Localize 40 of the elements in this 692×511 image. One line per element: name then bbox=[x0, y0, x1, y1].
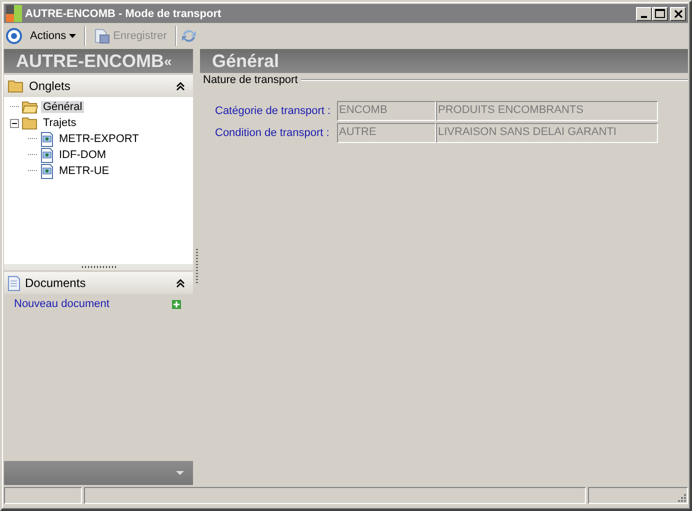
new-document-link[interactable]: Nouveau document bbox=[14, 298, 172, 310]
tree-item[interactable]: METR-EXPORT bbox=[57, 133, 141, 145]
section-title: Documents bbox=[25, 276, 87, 290]
target-icon[interactable] bbox=[6, 28, 22, 44]
section-header[interactable]: Onglets bbox=[4, 75, 193, 97]
tree-item[interactable]: Général bbox=[41, 101, 84, 113]
caret-icon bbox=[176, 471, 184, 475]
resize-grip-icon[interactable] bbox=[676, 492, 686, 502]
minimize-icon bbox=[641, 16, 647, 18]
document-icon bbox=[8, 276, 20, 290]
add-icon[interactable] bbox=[172, 300, 181, 308]
actions-menu-button[interactable]: Actions bbox=[26, 28, 80, 44]
group-title: Nature de transport bbox=[203, 74, 298, 86]
document-icon bbox=[40, 164, 54, 178]
tree-item[interactable]: IDF-DOM bbox=[57, 149, 108, 161]
page-title: Général bbox=[212, 50, 280, 72]
open-folder-icon bbox=[22, 100, 38, 114]
caret-icon bbox=[69, 34, 76, 38]
maximize-button[interactable] bbox=[652, 6, 668, 20]
folder-icon bbox=[22, 116, 38, 130]
document-icon bbox=[40, 148, 54, 162]
document-icon bbox=[40, 132, 54, 146]
field-label: Condition de transport : bbox=[215, 127, 330, 139]
maximize-icon bbox=[655, 9, 665, 18]
collapse-icon[interactable] bbox=[176, 82, 185, 90]
section-title: Onglets bbox=[29, 79, 72, 93]
app-icon bbox=[6, 5, 22, 22]
close-button[interactable] bbox=[670, 6, 686, 20]
window-title: AUTRE-ENCOMB - Mode de transport bbox=[25, 8, 222, 20]
tree-item[interactable]: METR-UE bbox=[57, 165, 112, 177]
section-header[interactable]: Documents bbox=[4, 272, 193, 294]
record-title: AUTRE-ENCOMB bbox=[16, 50, 164, 72]
tree-item[interactable]: Trajets bbox=[41, 117, 78, 129]
field-label: Catégorie de transport : bbox=[215, 105, 332, 117]
minimize-button[interactable] bbox=[636, 6, 652, 20]
collapse-icon[interactable] bbox=[176, 278, 185, 288]
collapse-icon[interactable] bbox=[10, 118, 19, 128]
close-icon bbox=[674, 10, 682, 18]
folder-icon bbox=[8, 79, 24, 93]
save-icon bbox=[94, 28, 110, 44]
